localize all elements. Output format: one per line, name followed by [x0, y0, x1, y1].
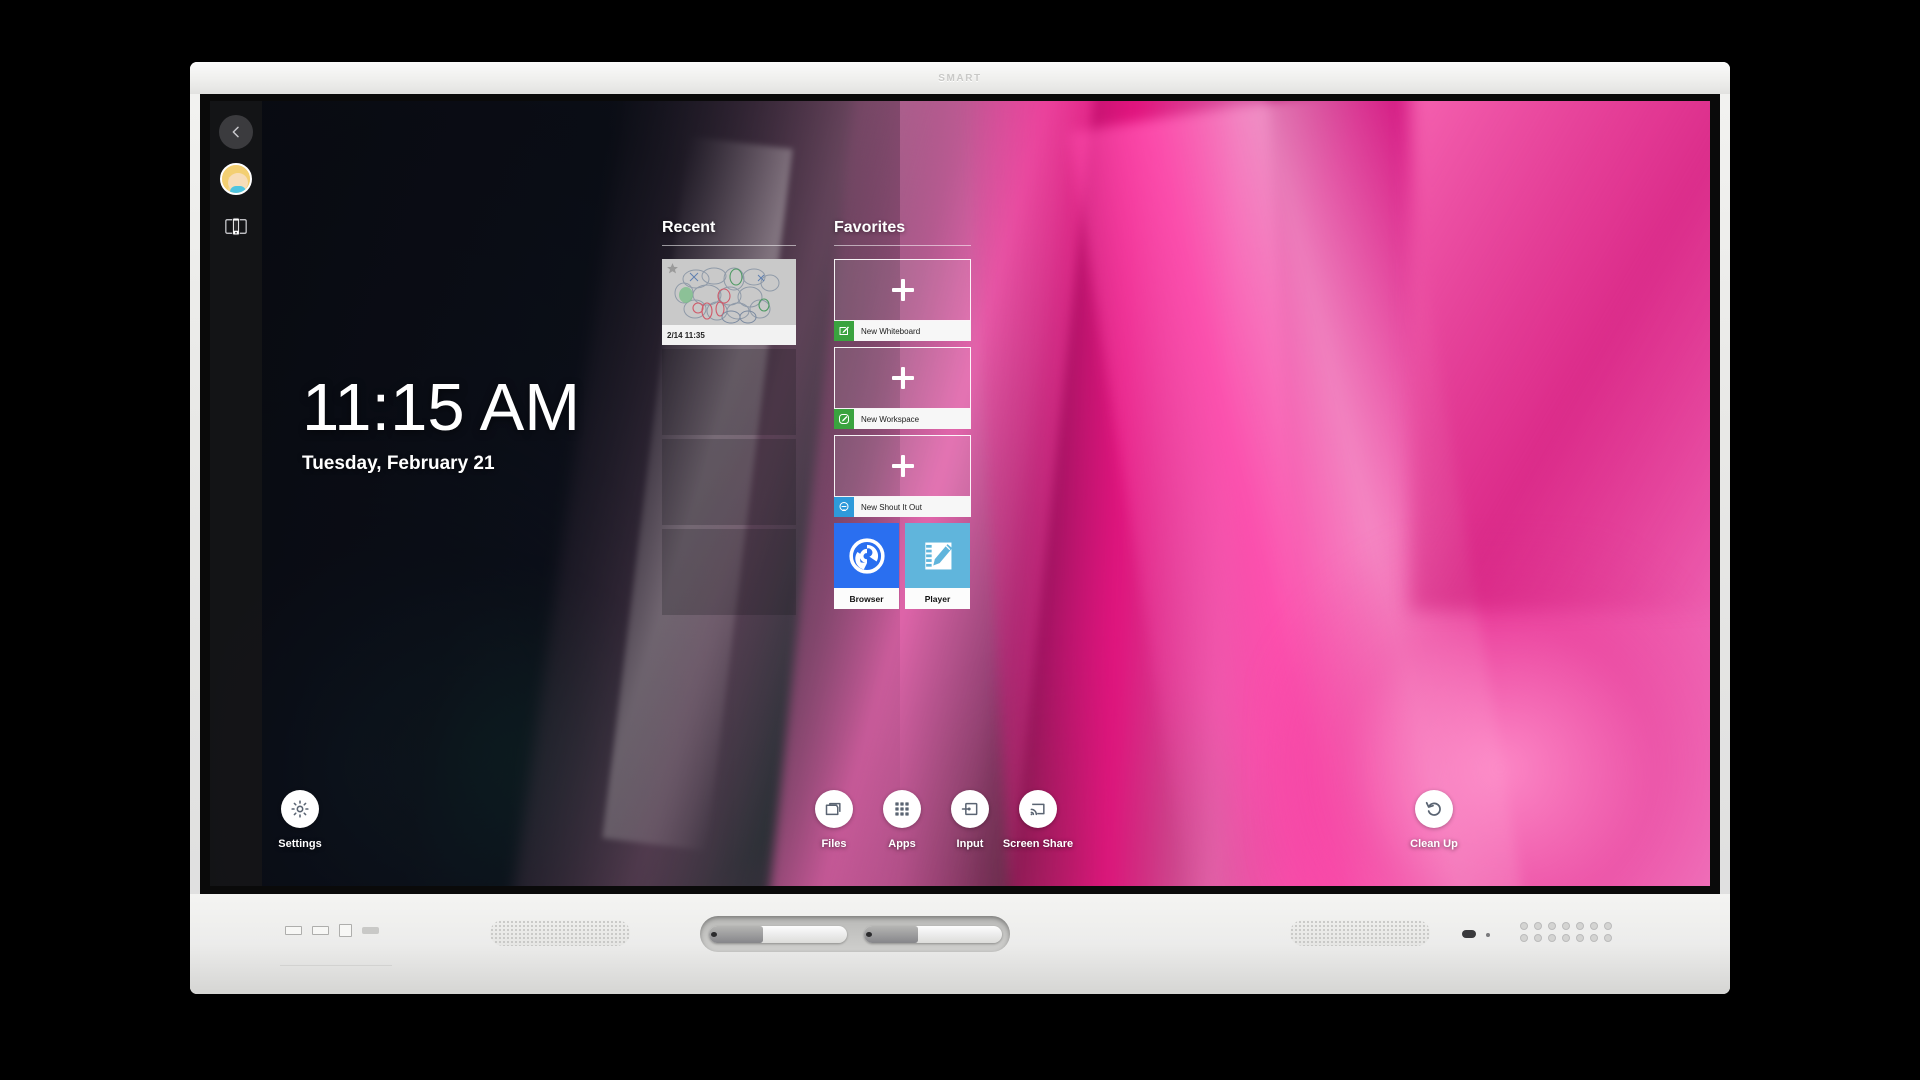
speaker-left: [490, 920, 630, 946]
dock-item-settings[interactable]: Settings: [254, 790, 346, 850]
stylus-pen-left[interactable]: [708, 925, 847, 943]
player-notepad-icon: [905, 523, 970, 588]
top-bezel: SMART: [190, 62, 1730, 94]
new-shout-it-out-label: New Shout It Out: [861, 502, 922, 512]
stylus-pen-right[interactable]: [863, 925, 1002, 943]
recent-tile[interactable]: 2/14 11:35: [662, 259, 796, 345]
user-avatar[interactable]: [220, 163, 252, 195]
files-icon: [815, 790, 853, 828]
status-led: [1486, 933, 1490, 937]
dock-item-screen-share[interactable]: Screen Share: [992, 790, 1084, 850]
browser-app-tile[interactable]: Browser: [834, 523, 899, 609]
usb-port-b: [312, 926, 329, 935]
front-control-keypad[interactable]: [1520, 922, 1615, 942]
smart-logo: SMART: [938, 72, 982, 84]
recent-tile-timestamp: 2/14 11:35: [662, 325, 796, 345]
screen: 11:15 AM Tuesday, February 21 Recent 2/1…: [210, 101, 1710, 886]
undo-arrow-icon: [1415, 790, 1453, 828]
back-button[interactable]: [219, 115, 253, 149]
favorites-column: Favorites New Whiteboard New Workspace N…: [834, 219, 971, 619]
speaker-right: [1290, 920, 1430, 946]
usb-b-port: [339, 924, 352, 937]
recent-title: Recent: [662, 219, 716, 236]
dock-item-clean-up[interactable]: Clean Up: [1388, 790, 1480, 850]
chevron-left-icon: [232, 126, 239, 138]
chrome-browser-icon: [834, 523, 899, 588]
browser-app-label: Browser: [834, 588, 899, 609]
shout-it-out-icon: [834, 497, 854, 517]
new-whiteboard-label: New Whiteboard: [861, 326, 921, 336]
usb-port-a: [285, 926, 302, 935]
favorites-title: Favorites: [834, 219, 906, 236]
tiles-area: Recent 2/14 11:35 Favorites New Whiteboa…: [662, 219, 971, 619]
new-workspace-tile[interactable]: New Workspace: [834, 347, 971, 429]
recent-tile[interactable]: [662, 529, 796, 615]
whiteboard-pencil-icon: [834, 321, 854, 341]
screen-frame: 11:15 AM Tuesday, February 21 Recent 2/1…: [200, 94, 1720, 894]
ir-sensor: [1462, 930, 1476, 938]
recent-divider: [662, 245, 796, 246]
star-icon[interactable]: [666, 262, 679, 275]
player-app-tile[interactable]: Player: [905, 523, 970, 609]
screen-share-icon: [1019, 790, 1057, 828]
new-shout-it-out-tile[interactable]: New Shout It Out: [834, 435, 971, 517]
dock-label-screen-share: Screen Share: [1002, 838, 1074, 850]
new-whiteboard-tile[interactable]: New Whiteboard: [834, 259, 971, 341]
input-source-icon: [951, 790, 989, 828]
favorites-divider: [834, 245, 971, 246]
pen-tray: [700, 916, 1010, 952]
plus-icon: [891, 455, 914, 477]
screenshot-stage: SMART 11:15 AM Tuesday, February 21 Rece…: [0, 0, 1920, 1080]
smart-board-display: SMART 11:15 AM Tuesday, February 21 Rece…: [190, 62, 1730, 994]
mobile-cast-button[interactable]: [219, 209, 253, 243]
port-panel: [285, 924, 379, 937]
workspace-pencil-icon: [834, 409, 854, 429]
clock-block: 11:15 AM Tuesday, February 21: [302, 370, 581, 475]
player-app-label: Player: [905, 588, 970, 609]
whiteboard-sketch: [674, 267, 780, 324]
left-rail: [210, 101, 262, 886]
clock-date: Tuesday, February 21: [302, 452, 495, 474]
port-panel-divider: [280, 942, 392, 966]
dock-label-settings: Settings: [278, 838, 322, 850]
recent-column: Recent 2/14 11:35: [662, 219, 796, 619]
hdmi-port: [362, 927, 379, 934]
bottom-bezel: [190, 894, 1730, 994]
whiteboard-thumbnail: [662, 259, 796, 325]
favorite-apps-row: Browser Player: [834, 523, 971, 609]
recent-tile[interactable]: [662, 349, 796, 435]
gear-icon: [281, 790, 319, 828]
recent-tile[interactable]: [662, 439, 796, 525]
dock-label-clean-up: Clean Up: [1410, 838, 1458, 850]
apps-grid-icon: [883, 790, 921, 828]
clock-time: 11:15 AM: [302, 370, 581, 445]
mobile-cast-icon: [225, 217, 247, 235]
plus-icon: [891, 367, 914, 389]
new-workspace-label: New Workspace: [861, 414, 920, 424]
plus-icon: [891, 279, 914, 301]
bottom-dock: Settings Files Apps Input Screen Share C…: [210, 790, 1710, 870]
